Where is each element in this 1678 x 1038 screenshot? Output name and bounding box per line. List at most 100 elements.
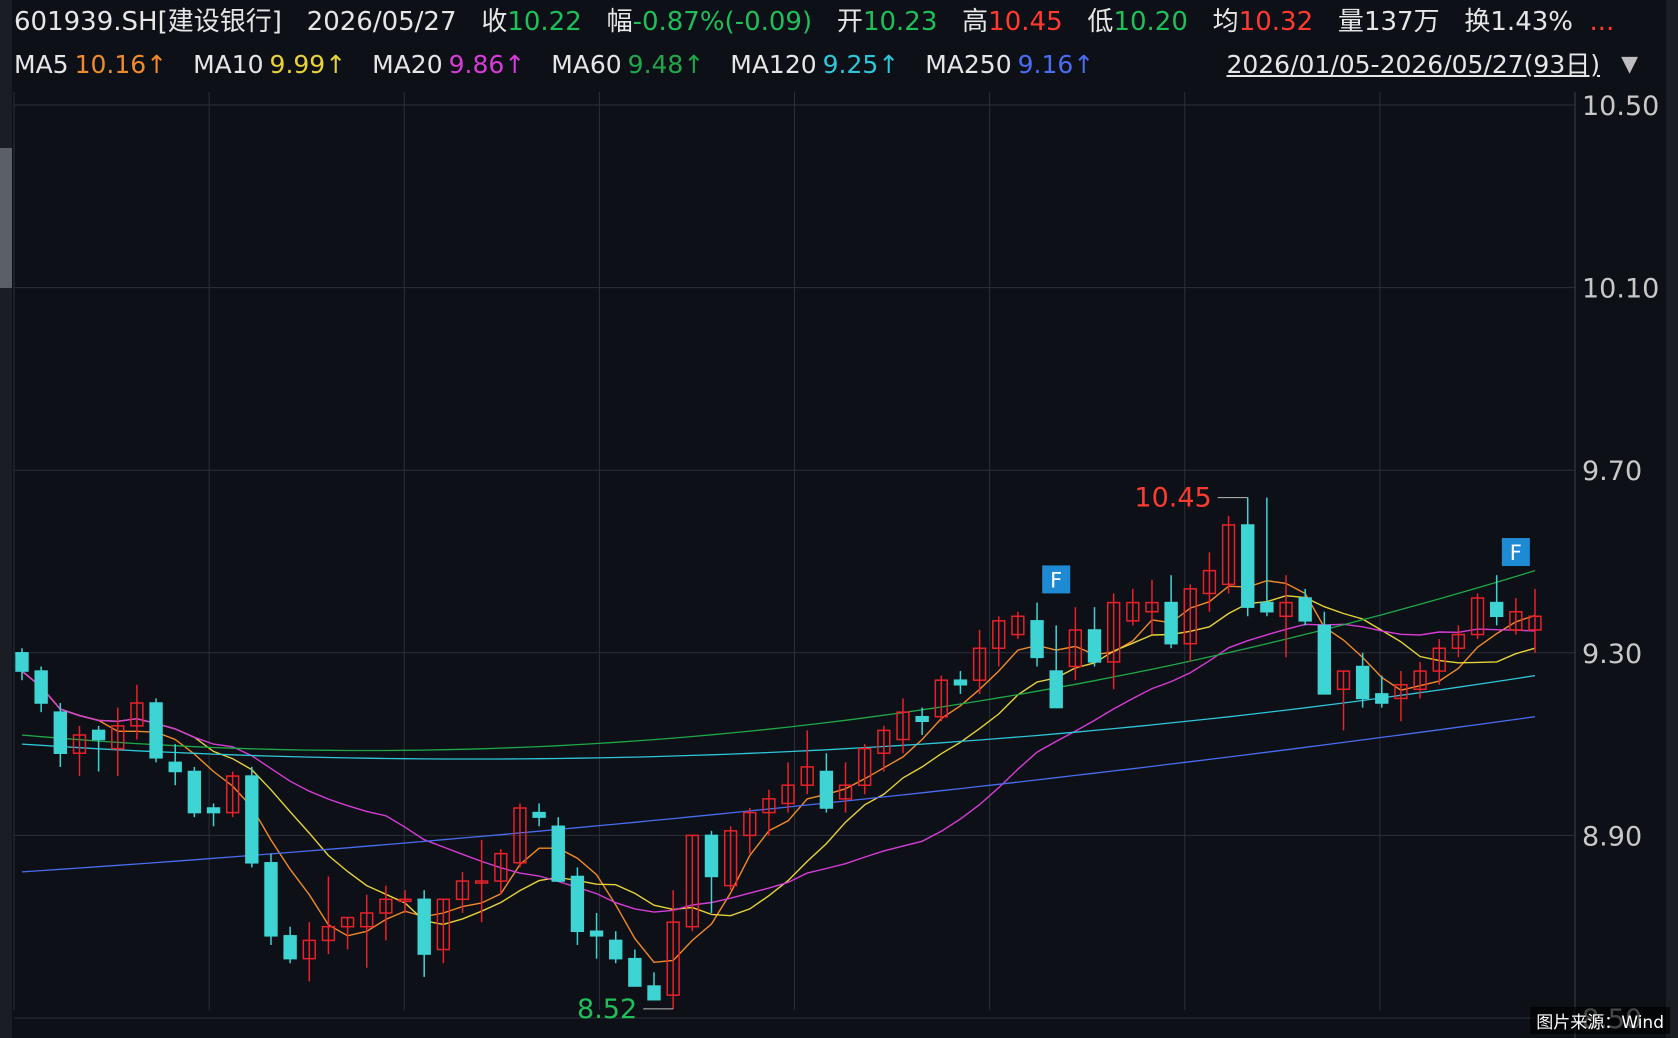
candle [1298,588,1312,626]
candle-body [1030,620,1044,659]
candle [743,808,757,854]
candle [857,744,872,795]
candle [321,876,336,955]
candle-body [570,875,585,933]
f-marker-text: F [1050,568,1062,592]
candle [417,890,431,977]
candle [1241,497,1255,617]
candle [628,949,642,987]
candle [1049,625,1063,709]
candlestick-chart: 10.5010.109.709.308.908.50 10.458.52FF [13,91,1659,1038]
candle-body [819,770,834,809]
candle [915,707,929,735]
min-price-label: 8.52 [577,994,637,1025]
f-marker: F [1042,565,1071,594]
candle [1470,593,1485,640]
candle-body [1241,524,1255,608]
candle-body [91,729,106,741]
candle [1145,579,1159,635]
chart-annotations: 10.45 8.52 F F [577,483,1530,1025]
candle [704,830,719,914]
candle [609,931,623,964]
candle [1260,497,1274,617]
candle [838,762,853,813]
ma-line-ma10 [21,594,1536,926]
candle [149,698,163,763]
candle-body [1049,670,1063,709]
candle-body [34,670,48,704]
candle [1528,588,1542,653]
candle [225,771,240,818]
candle [1030,602,1044,667]
candle [245,766,259,868]
candle-body [1375,693,1389,704]
candles-group [15,497,1542,1009]
candle-body [264,862,278,937]
image-source-caption: 图片来源：Wind [1530,1007,1670,1034]
candle [283,926,297,964]
candle [1183,584,1197,662]
candle-body [149,702,163,759]
ma-line-ma5 [21,579,1536,964]
candle-body [953,679,968,686]
candle [379,885,393,941]
y-tick-label: 10.10 [1582,274,1659,305]
candle [1490,575,1504,626]
candle-body [1317,624,1332,695]
candle [551,817,565,882]
candle [1106,593,1121,690]
chart-grid [13,92,1576,1038]
candle [781,762,795,813]
candle [1279,575,1293,658]
candle [1336,670,1351,731]
candle [53,703,67,767]
candle-body [1164,601,1178,645]
price-axis: 10.5010.109.709.308.908.50 [1582,91,1659,1035]
candle-body [15,652,29,672]
f-marker-text: F [1510,541,1522,565]
candle [953,671,968,694]
candle [934,675,948,722]
candle [1221,515,1236,594]
candle [685,834,700,932]
candle-body [283,935,297,960]
candle [1011,611,1025,640]
candle [264,853,278,945]
candle [1087,607,1102,667]
candle-body [609,939,623,960]
candle [589,913,604,959]
f-marker: F [1501,538,1530,567]
candle-body [551,825,565,882]
candle-body [1260,601,1274,613]
candle [992,616,1006,667]
y-tick-label: 9.70 [1582,456,1642,487]
candle [72,725,87,777]
candle-body [206,807,221,814]
candle [360,894,374,968]
moving-average-lines [21,569,1536,964]
candle [302,922,316,982]
candle [34,666,48,713]
candle [1126,588,1140,626]
candle [168,744,182,786]
y-tick-label: 10.50 [1582,91,1659,122]
candle [1068,607,1083,681]
candle [455,871,470,914]
candle-body [589,930,604,937]
candle [532,803,546,827]
y-tick-label: 9.30 [1582,639,1642,670]
candle-body [53,711,67,754]
candle-body [417,898,431,955]
candle [1317,611,1332,695]
y-tick-label: 8.90 [1582,821,1642,852]
candle-body [647,985,661,1001]
candle-body [915,715,929,723]
candle [972,629,987,694]
candle-body [245,775,259,864]
candle [1509,598,1523,635]
candle [1164,575,1178,649]
candle-body [187,770,202,814]
candle-body [1087,629,1102,663]
candle [398,890,412,914]
candle-body [628,957,642,987]
